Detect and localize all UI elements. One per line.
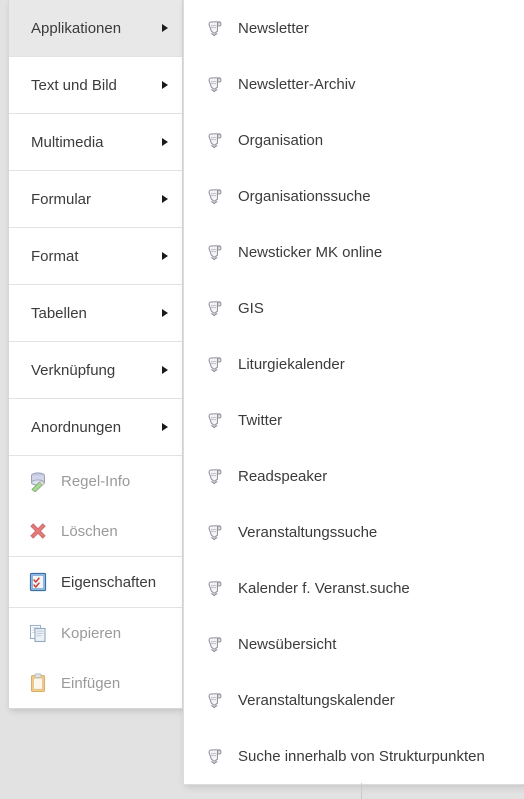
menu-action-regel-info: Regel-Info: [9, 456, 182, 506]
submenu-item-organisation[interactable]: Organisation: [184, 112, 524, 168]
context-menu-panel: Applikationen Text und Bild Multimedia Form…: [8, 0, 183, 709]
submenu-item-gis[interactable]: GIS: [184, 280, 524, 336]
submenu-item-veranstaltungskalender[interactable]: Veranstaltungskalender: [184, 672, 524, 728]
submenu-item-label: Veranstaltungskalender: [238, 691, 395, 709]
plugin-scroll-icon: [204, 690, 224, 710]
copy-pages-icon: [27, 622, 49, 644]
menu-action-eigenschaften[interactable]: Eigenschaften: [9, 557, 182, 607]
submenu-item-label: Readspeaker: [238, 467, 328, 485]
plugin-scroll-icon: [204, 354, 224, 374]
menu-item-tabellen[interactable]: Tabellen: [9, 285, 182, 341]
plugin-scroll-icon: [204, 634, 224, 654]
red-x-delete-icon: [27, 520, 49, 542]
properties-checklist-icon: [27, 571, 49, 593]
menu-action-label: Eigenschaften: [61, 573, 157, 591]
menu-item-label: Multimedia: [31, 133, 104, 151]
plugin-scroll-icon: [204, 746, 224, 766]
submenu-item-label: Organisationssuche: [238, 187, 371, 205]
menu-item-label: Tabellen: [31, 304, 87, 322]
chevron-right-icon: [162, 309, 168, 317]
menu-item-text-und-bild[interactable]: Text und Bild: [9, 57, 182, 113]
menu-item-formular[interactable]: Formular: [9, 171, 182, 227]
context-menu-category-list: Applikationen Text und Bild Multimedia Form…: [9, 0, 182, 455]
menu-item-applikationen[interactable]: Applikationen: [9, 0, 182, 56]
submenu-item-label: Kalender f. Veranst.suche: [238, 579, 410, 597]
chevron-right-icon: [162, 423, 168, 431]
menu-action-label: Einfügen: [61, 674, 121, 692]
chevron-right-icon: [162, 366, 168, 374]
menu-item-label: Text und Bild: [31, 76, 117, 94]
bottom-divider: [361, 783, 362, 799]
context-menu-action-list: Regel-Info Löschen Eigenschaften Kopiere…: [9, 456, 182, 708]
submenu-item-label: Organisation: [238, 131, 324, 149]
menu-item-label: Format: [31, 247, 79, 265]
submenu-item-label: Suche innerhalb von Strukturpunkten: [238, 747, 485, 765]
menu-item-label: Verknüpfung: [31, 361, 116, 379]
paste-clipboard-icon: [27, 672, 49, 694]
plugin-scroll-icon: [204, 466, 224, 486]
menu-action-kopieren: Kopieren: [9, 608, 182, 658]
plugin-scroll-icon: [204, 410, 224, 430]
submenu-item-list: Newsletter Newsletter-Archiv Organisatio…: [184, 0, 524, 784]
submenu-item-label: Newsletter: [238, 19, 309, 37]
submenu-item-label: Newsletter-Archiv: [238, 75, 356, 93]
menu-item-label: Formular: [31, 190, 92, 208]
database-rule-icon: [27, 470, 49, 492]
submenu-item-label: Newsübersicht: [238, 635, 337, 653]
plugin-scroll-icon: [204, 130, 224, 150]
menu-item-label: Anordnungen: [31, 418, 122, 436]
submenu-item-newsticker-mk-online[interactable]: Newsticker MK online: [184, 224, 524, 280]
menu-action-l-schen: Löschen: [9, 506, 182, 556]
menu-item-anordnungen[interactable]: Anordnungen: [9, 399, 182, 455]
applications-submenu-panel: Newsletter Newsletter-Archiv Organisatio…: [183, 0, 524, 785]
chevron-right-icon: [162, 252, 168, 260]
chevron-right-icon: [162, 195, 168, 203]
menu-item-format[interactable]: Format: [9, 228, 182, 284]
menu-item-multimedia[interactable]: Multimedia: [9, 114, 182, 170]
chevron-right-icon: [162, 81, 168, 89]
submenu-item-label: Veranstaltungssuche: [238, 523, 378, 541]
submenu-item-news-bersicht[interactable]: Newsübersicht: [184, 616, 524, 672]
submenu-item-newsletter[interactable]: Newsletter: [184, 0, 524, 56]
submenu-item-label: Liturgiekalender: [238, 355, 345, 373]
menu-item-verkn-pfung[interactable]: Verknüpfung: [9, 342, 182, 398]
menu-action-label: Löschen: [61, 522, 118, 540]
plugin-scroll-icon: [204, 74, 224, 94]
submenu-item-kalender-f-veranst-suche[interactable]: Kalender f. Veranst.suche: [184, 560, 524, 616]
submenu-item-label: Twitter: [238, 411, 283, 429]
submenu-item-label: GIS: [238, 299, 264, 317]
menu-action-label: Regel-Info: [61, 472, 131, 490]
menu-item-label: Applikationen: [31, 19, 122, 37]
chevron-right-icon: [162, 24, 168, 32]
submenu-item-twitter[interactable]: Twitter: [184, 392, 524, 448]
menu-action-label: Kopieren: [61, 624, 122, 642]
plugin-scroll-icon: [204, 298, 224, 318]
chevron-right-icon: [162, 138, 168, 146]
plugin-scroll-icon: [204, 242, 224, 262]
submenu-item-label: Newsticker MK online: [238, 243, 383, 261]
plugin-scroll-icon: [204, 186, 224, 206]
submenu-item-readspeaker[interactable]: Readspeaker: [184, 448, 524, 504]
submenu-item-liturgiekalender[interactable]: Liturgiekalender: [184, 336, 524, 392]
submenu-item-newsletter-archiv[interactable]: Newsletter-Archiv: [184, 56, 524, 112]
submenu-item-suche-innerhalb-von-strukturpunkten[interactable]: Suche innerhalb von Strukturpunkten: [184, 728, 524, 784]
plugin-scroll-icon: [204, 18, 224, 38]
submenu-item-veranstaltungssuche[interactable]: Veranstaltungssuche: [184, 504, 524, 560]
plugin-scroll-icon: [204, 522, 224, 542]
menu-action-einf-gen: Einfügen: [9, 658, 182, 708]
plugin-scroll-icon: [204, 578, 224, 598]
submenu-item-organisationssuche[interactable]: Organisationssuche: [184, 168, 524, 224]
